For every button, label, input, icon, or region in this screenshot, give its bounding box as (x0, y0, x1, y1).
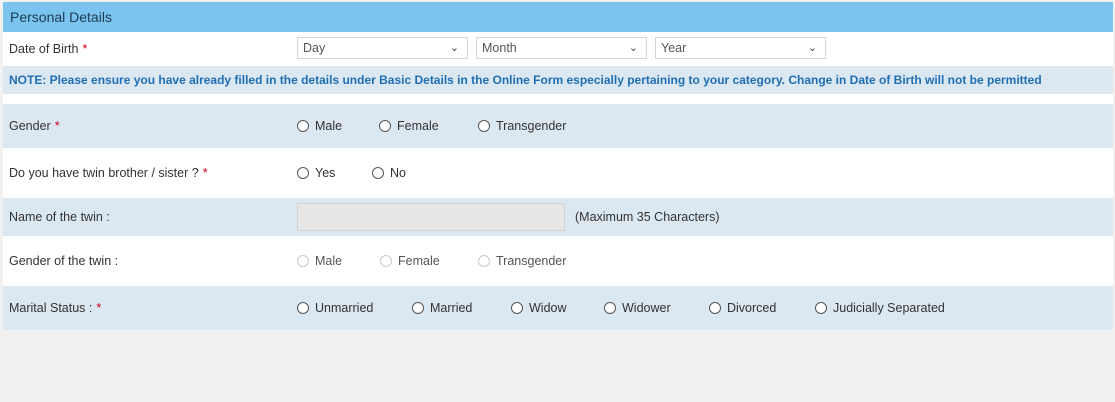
twin-gender-male-label: Male (315, 254, 343, 268)
radio-circle-icon (511, 302, 523, 314)
marital-widow-label: Widow (529, 301, 567, 315)
dob-month-select[interactable]: Month ⌄ (476, 37, 647, 59)
twin-name-hint: (Maximum 35 Characters) (575, 210, 720, 224)
required-star: * (96, 301, 102, 315)
gender-female-label: Female (397, 119, 439, 133)
dob-label-text: Date of Birth (9, 42, 79, 56)
twin-no-label: No (390, 166, 406, 180)
gender-female-radio[interactable]: Female (379, 119, 439, 133)
twin-name-label: Name of the twin : (9, 198, 110, 236)
dob-row: Date of Birth * Day ⌄ Month ⌄ Year ⌄ (3, 32, 1113, 66)
marital-judicially-separated-radio[interactable]: Judicially Separated (815, 301, 945, 315)
note-row: NOTE: Please ensure you have already fil… (3, 66, 1113, 94)
dob-month-value: Month (482, 41, 517, 55)
gender-label: Gender * (9, 104, 60, 148)
radio-circle-icon (604, 302, 616, 314)
radio-circle-icon (372, 167, 384, 179)
radio-circle-icon (478, 120, 490, 132)
radio-circle-icon (709, 302, 721, 314)
gender-male-radio[interactable]: Male (297, 119, 342, 133)
personal-details-panel: Personal Details Date of Birth * Day ⌄ M… (3, 2, 1113, 330)
chevron-down-icon: ⌄ (628, 42, 638, 54)
marital-divorced-radio[interactable]: Divorced (709, 301, 776, 315)
twin-yes-radio[interactable]: Yes (297, 166, 335, 180)
required-star: * (82, 42, 88, 56)
twin-label-text: Do you have twin brother / sister ? (9, 166, 199, 180)
marital-widower-label: Widower (622, 301, 671, 315)
radio-circle-icon (815, 302, 827, 314)
dob-note: NOTE: Please ensure you have already fil… (9, 73, 1042, 87)
marital-row: Marital Status : * Unmarried Married Wid… (3, 286, 1113, 330)
radio-circle-icon (297, 255, 309, 267)
twin-name-input[interactable] (297, 203, 565, 231)
dob-year-select[interactable]: Year ⌄ (655, 37, 826, 59)
radio-circle-icon (412, 302, 424, 314)
twin-row: Do you have twin brother / sister ? * Ye… (3, 148, 1113, 198)
section-header: Personal Details (3, 2, 1113, 32)
marital-label-text: Marital Status : (9, 301, 93, 315)
marital-judicially-separated-label: Judicially Separated (833, 301, 945, 315)
twin-gender-transgender-radio[interactable]: Transgender (478, 254, 566, 268)
twin-gender-female-label: Female (398, 254, 440, 268)
gender-transgender-label: Transgender (496, 119, 567, 133)
radio-circle-icon (478, 255, 490, 267)
dob-year-value: Year (661, 41, 687, 55)
gender-label-text: Gender (9, 119, 51, 133)
twin-name-label-text: Name of the twin : (9, 210, 110, 224)
twin-gender-male-radio[interactable]: Male (297, 254, 342, 268)
dob-day-select[interactable]: Day ⌄ (297, 37, 468, 59)
marital-married-label: Married (430, 301, 473, 315)
radio-circle-icon (297, 302, 309, 314)
twin-name-row: Name of the twin : (Maximum 35 Character… (3, 198, 1113, 236)
gender-row: Gender * Male Female Transgender (3, 104, 1113, 148)
twin-yes-label: Yes (315, 166, 336, 180)
twin-label: Do you have twin brother / sister ? * (9, 148, 208, 198)
radio-circle-icon (379, 120, 391, 132)
required-star: * (54, 119, 60, 133)
twin-gender-transgender-label: Transgender (496, 254, 567, 268)
spacer-row (3, 94, 1113, 104)
marital-divorced-label: Divorced (727, 301, 777, 315)
marital-label: Marital Status : * (9, 286, 101, 330)
radio-circle-icon (297, 167, 309, 179)
required-star: * (202, 166, 208, 180)
twin-gender-label-text: Gender of the twin : (9, 254, 119, 268)
twin-gender-row: Gender of the twin : Male Female Transge… (3, 236, 1113, 286)
twin-no-radio[interactable]: No (372, 166, 406, 180)
gender-transgender-radio[interactable]: Transgender (478, 119, 566, 133)
dob-day-value: Day (303, 41, 326, 55)
chevron-down-icon: ⌄ (449, 42, 459, 54)
marital-married-radio[interactable]: Married (412, 301, 472, 315)
twin-gender-label: Gender of the twin : (9, 236, 118, 286)
marital-widower-radio[interactable]: Widower (604, 301, 671, 315)
marital-widow-radio[interactable]: Widow (511, 301, 567, 315)
marital-unmarried-label: Unmarried (315, 301, 374, 315)
radio-circle-icon (380, 255, 392, 267)
marital-unmarried-radio[interactable]: Unmarried (297, 301, 373, 315)
twin-gender-female-radio[interactable]: Female (380, 254, 440, 268)
chevron-down-icon: ⌄ (807, 42, 817, 54)
dob-label: Date of Birth * (9, 32, 87, 66)
radio-circle-icon (297, 120, 309, 132)
gender-male-label: Male (315, 119, 343, 133)
